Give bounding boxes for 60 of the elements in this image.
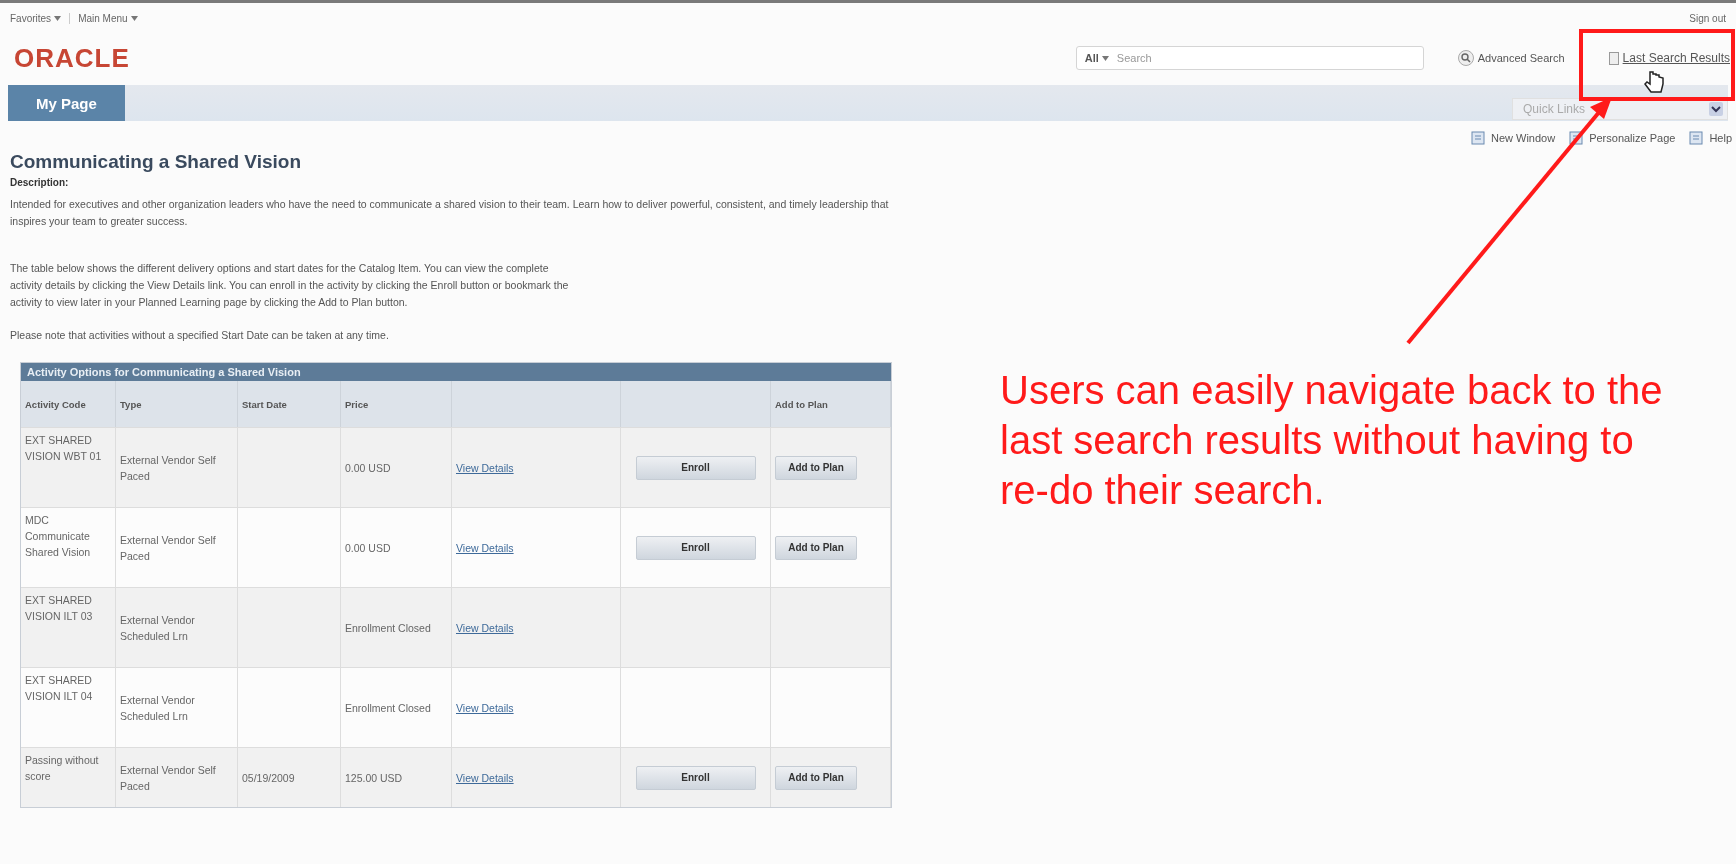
view-details-link[interactable]: View Details [456, 539, 514, 556]
table-cell: 0.00 USD [341, 427, 452, 507]
table-cell: EXT SHARED VISION WBT 01 [21, 427, 116, 507]
description-label: Description: [10, 177, 70, 188]
caret-icon [1101, 55, 1109, 61]
table-cell: Passing without score [21, 747, 116, 807]
page-action-link[interactable]: Personalize Page [1569, 131, 1676, 145]
sign-out-link[interactable]: Sign out [1689, 12, 1726, 24]
search-field[interactable]: All Search [1075, 46, 1424, 70]
table-cell: Enrollment Closed [341, 587, 452, 667]
table-cell: External Vendor Scheduled Lrn [116, 587, 238, 667]
last-search-results-link[interactable]: Last Search Results [1608, 51, 1730, 65]
page-title: Communicating a Shared Vision [10, 151, 303, 173]
hand-cursor-icon [1644, 71, 1664, 93]
page-icon [1470, 131, 1487, 145]
view-details-link[interactable]: View Details [456, 619, 514, 636]
info-paragraph: Please note that activities without a specified Start Date can be taken at any time. [10, 328, 390, 343]
info-paragraph: The table below shows the different delivery options and start dates for the Catalog Item. You can view the complete activity details by clicking the View Details link. You can enroll in the activity by clicking the Enroll button or bookmark the activity to view later in your Planned Learning page by clicking the Add to Plan button. [10, 261, 570, 310]
table-cell: Enrollment Closed [341, 667, 452, 747]
add-to-plan-button[interactable]: Add to Plan [775, 455, 857, 480]
enroll-button[interactable]: Enroll [635, 535, 756, 560]
add-to-plan-button[interactable]: Add to Plan [775, 535, 857, 560]
top-menu-item[interactable]: Main Menu [78, 12, 146, 24]
column-header: Start Date [238, 381, 341, 427]
table-cell: EXT SHARED VISION ILT 03 [21, 587, 116, 667]
document-icon [1608, 51, 1619, 65]
table-cell: 0.00 USD [341, 507, 452, 587]
view-details-link[interactable]: View Details [456, 699, 514, 716]
view-details-link[interactable]: View Details [456, 459, 514, 476]
add-to-plan-button[interactable]: Add to Plan [775, 765, 857, 790]
advanced-search-link[interactable]: Advanced Search [1457, 50, 1565, 66]
table-cell: MDC Communicate Shared Vision [21, 507, 116, 587]
table-cell: External Vendor Self Paced [116, 427, 238, 507]
enroll-button[interactable]: Enroll [635, 455, 756, 480]
table-cell: 05/19/2009 [238, 747, 341, 807]
table-cell: External Vendor Self Paced [116, 747, 238, 807]
search-scope-dropdown[interactable]: All [1084, 52, 1109, 64]
description-text: Intended for executives and other organization leaders who have the need to communicate a shared vision to their team. Learn how to deliver powerful, consistent, and timely leadership that inspires your team to greater success. [10, 197, 890, 229]
page-action-link[interactable]: New Window [1470, 131, 1556, 145]
enroll-button[interactable]: Enroll [635, 765, 756, 790]
table-title: Activity Options for Communicating a Shared Vision [21, 363, 891, 381]
search-icon [1457, 50, 1474, 66]
column-header: Add to Plan [771, 381, 891, 427]
table-cell: 125.00 USD [341, 747, 452, 807]
annotation-text: Users can easily navigate back to the last search results without having to re-do their search. [1000, 367, 1664, 514]
top-menu-item[interactable]: Favorites [10, 12, 71, 24]
table-cell: EXT SHARED VISION ILT 04 [21, 667, 116, 747]
view-details-link[interactable]: View Details [456, 769, 514, 786]
caret-icon [54, 15, 62, 21]
chevron-down-icon [1709, 102, 1723, 116]
column-header: Activity Code [21, 381, 116, 427]
table-cell: External Vendor Self Paced [116, 507, 238, 587]
page-icon [1689, 131, 1706, 145]
nav-tab[interactable]: My Page [8, 85, 125, 121]
caret-icon [130, 15, 138, 21]
column-header: Price [341, 381, 452, 427]
table-cell: External Vendor Scheduled Lrn [116, 667, 238, 747]
page-action-link[interactable]: Help [1689, 131, 1732, 145]
column-header: Type [116, 381, 238, 427]
logo: ORACLE [14, 42, 130, 74]
